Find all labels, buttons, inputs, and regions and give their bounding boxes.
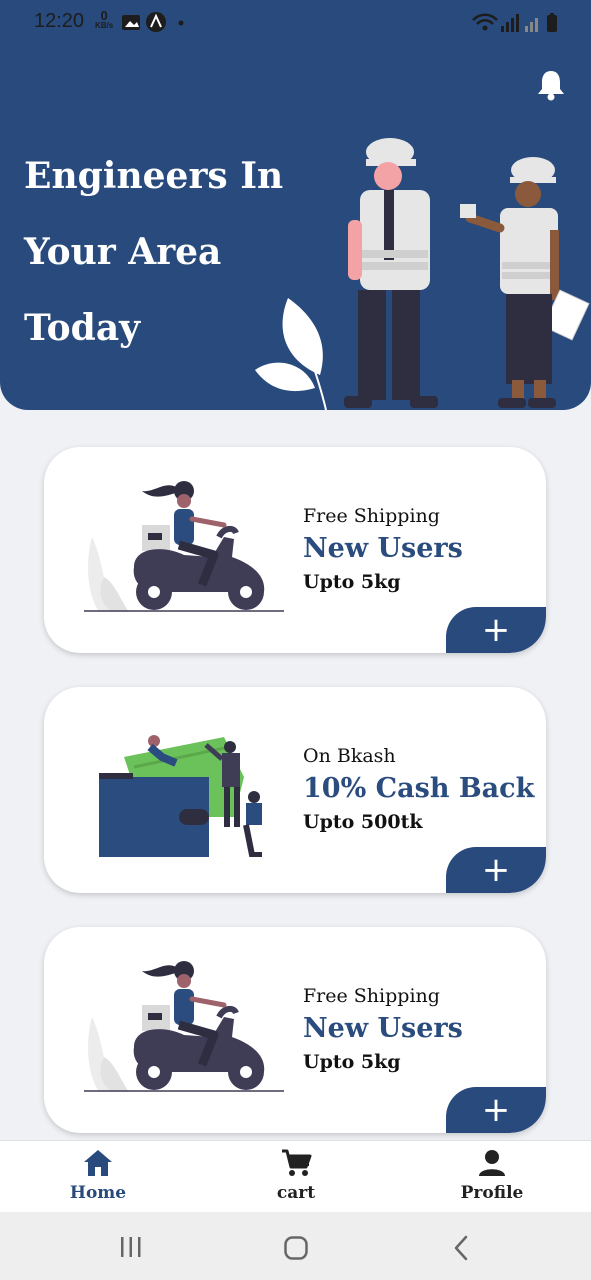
scooter-delivery-illustration: [84, 961, 284, 1092]
system-status-icons: [472, 13, 557, 32]
network-speed: 0 KB/s: [95, 9, 114, 30]
recent-apps-icon[interactable]: [118, 1236, 144, 1258]
promo-card-free-shipping-2[interactable]: Free Shipping New Users Upto 5kg +: [44, 927, 546, 1133]
nav-label-home: Home: [69, 1183, 127, 1203]
home-system-icon[interactable]: [283, 1235, 309, 1261]
person-icon: [479, 1150, 505, 1176]
card-headline: 10% Cash Back: [303, 773, 535, 804]
card-detail: Upto 5kg: [303, 571, 401, 593]
nav-item-profile[interactable]: Profile: [432, 1147, 552, 1203]
bell-icon[interactable]: [535, 68, 567, 102]
scooter-delivery-illustration: [84, 481, 284, 612]
bottom-navigation: Home cart Profile: [0, 1140, 591, 1213]
card-subtitle: Free Shipping: [303, 505, 440, 527]
engineers-illustration: [255, 138, 590, 410]
status-time: 12:20: [34, 10, 85, 32]
add-button[interactable]: +: [446, 1087, 546, 1133]
notification-icons: [122, 12, 184, 32]
promo-card-cash-back[interactable]: On Bkash 10% Cash Back Upto 500tk +: [44, 687, 546, 893]
back-icon[interactable]: [452, 1235, 470, 1261]
nav-item-cart[interactable]: cart: [236, 1147, 356, 1203]
status-bar: 12:20 0 KB/s: [0, 0, 591, 44]
card-subtitle: On Bkash: [303, 745, 396, 767]
promo-card-free-shipping[interactable]: Free Shipping New Users Upto 5kg +: [44, 447, 546, 653]
add-button[interactable]: +: [446, 847, 546, 893]
card-detail: Upto 5kg: [303, 1051, 401, 1073]
home-icon: [84, 1150, 112, 1176]
system-navigation-bar: [0, 1212, 591, 1280]
cart-icon: [282, 1149, 312, 1176]
add-button[interactable]: +: [446, 607, 546, 653]
nav-item-home[interactable]: Home: [38, 1147, 158, 1203]
nav-label-cart: cart: [276, 1183, 316, 1203]
hero-banner: Engineers In Your Area Today: [0, 0, 591, 410]
card-detail: Upto 500tk: [303, 811, 423, 833]
nav-label-profile: Profile: [460, 1183, 524, 1203]
card-subtitle: Free Shipping: [303, 985, 440, 1007]
wallet-cashback-illustration: [99, 735, 262, 857]
network-speed-unit: KB/s: [95, 21, 114, 30]
card-headline: New Users: [303, 1013, 463, 1044]
card-headline: New Users: [303, 533, 463, 564]
